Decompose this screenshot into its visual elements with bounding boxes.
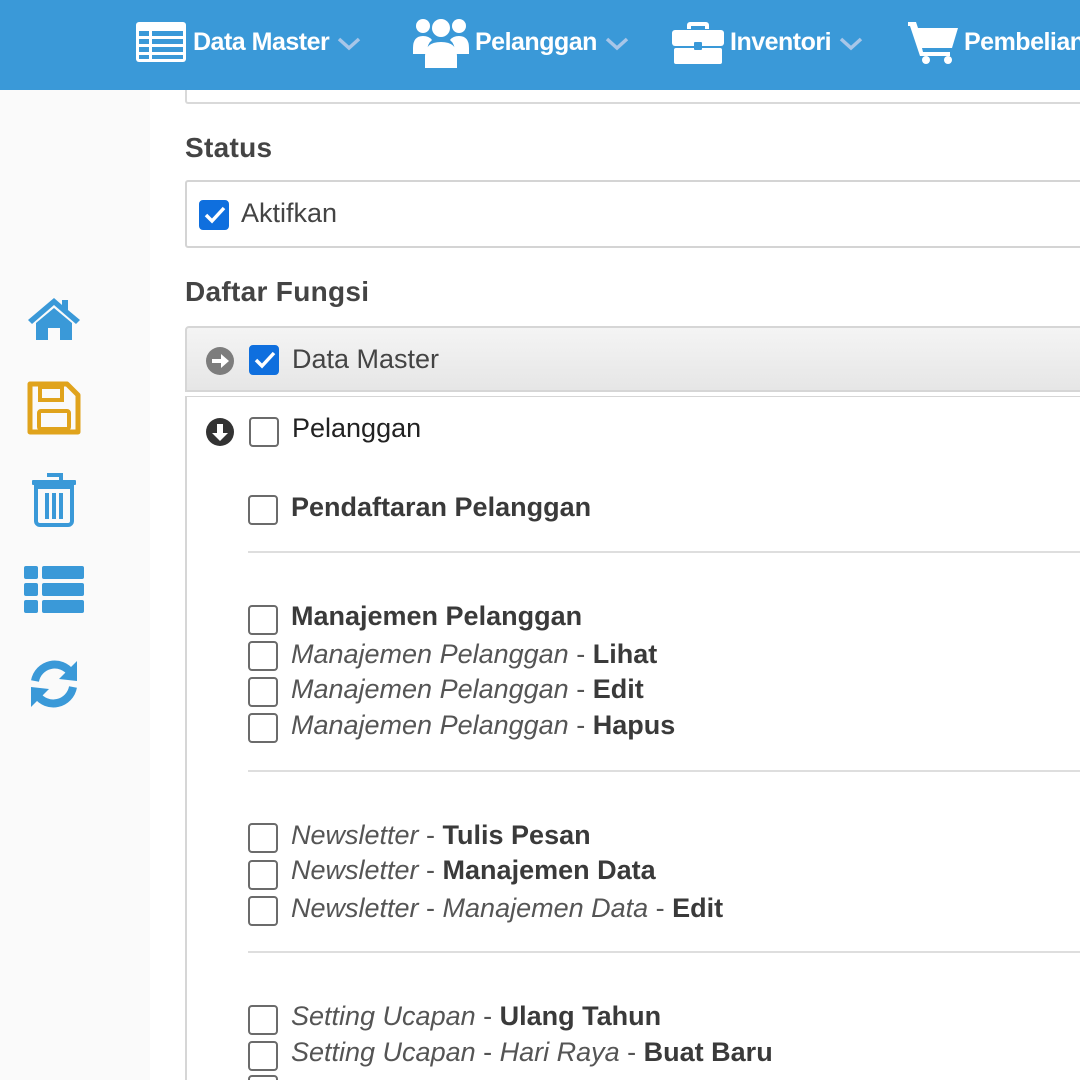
home-icon — [28, 298, 80, 340]
status-active-checkbox[interactable] — [199, 200, 229, 230]
nav-label: Pembelian — [964, 27, 1080, 56]
main-content: Status Aktifkan Daftar Fungsi Data Maste… — [150, 90, 1080, 1080]
perm-checkbox-newsletter-data-edit[interactable] — [248, 896, 278, 926]
nav-data-master[interactable]: Data Master — [135, 14, 361, 70]
perm-checkbox-ucapan-hari-raya-baru[interactable] — [248, 1041, 278, 1071]
perm-manajemen-edit: Manajemen Pelanggan - Edit — [291, 674, 644, 704]
perm-pendaftaran: Pendaftaran Pelanggan — [291, 492, 592, 522]
perm-newsletter-data-edit: Newsletter - Manajemen Data - Edit — [291, 893, 724, 923]
briefcase-icon — [672, 22, 724, 64]
sidebar — [0, 90, 150, 1080]
trash-icon — [32, 473, 76, 527]
nav-inventori[interactable]: Inventori — [672, 14, 863, 70]
chevron-down-icon — [338, 37, 361, 51]
perm-manajemen-hapus: Manajemen Pelanggan - Hapus — [291, 710, 676, 740]
chevron-down-icon — [839, 37, 863, 51]
nav-pelanggan[interactable]: Pelanggan — [413, 14, 629, 70]
checkmark-icon — [204, 206, 226, 224]
checkmark-icon — [254, 351, 276, 369]
list-button[interactable] — [22, 558, 86, 622]
perm-manajemen: Manajemen Pelanggan — [291, 601, 583, 631]
perm-checkbox-newsletter-tulis[interactable] — [248, 823, 278, 853]
list-icon — [24, 566, 84, 613]
perm-checkbox-manajemen-hapus[interactable] — [248, 713, 278, 743]
save-icon — [27, 381, 81, 435]
nav-pembelian[interactable]: Pembelian — [908, 14, 1080, 70]
pelanggan-label: Pelanggan — [292, 413, 422, 443]
users-icon — [413, 19, 469, 68]
delete-button[interactable] — [22, 468, 86, 532]
chevron-down-icon — [605, 37, 629, 51]
perm-checkbox-next[interactable] — [248, 1075, 278, 1080]
perm-checkbox-manajemen-edit[interactable] — [248, 677, 278, 707]
data-master-checkbox[interactable] — [249, 345, 279, 375]
data-master-label: Data Master — [292, 344, 440, 374]
status-checkbox-label: Aktifkan — [241, 198, 338, 228]
perm-manajemen-lihat: Manajemen Pelanggan - Lihat — [291, 639, 658, 669]
nav-label: Inventori — [730, 27, 832, 56]
home-button[interactable] — [22, 286, 86, 350]
refresh-icon — [31, 660, 77, 708]
arrow-down-circle-icon[interactable] — [205, 417, 235, 447]
top-navbar: Data Master Pelanggan Inventori Pembelia… — [0, 0, 1080, 90]
cart-icon — [908, 22, 958, 64]
divider — [248, 770, 1080, 772]
perm-checkbox-manajemen[interactable] — [248, 605, 278, 635]
functions-label: Daftar Fungsi — [185, 276, 370, 307]
perm-newsletter-tulis: Newsletter - Tulis Pesan — [291, 820, 591, 850]
perm-checkbox-manajemen-lihat[interactable] — [248, 641, 278, 671]
table-list-icon — [136, 22, 186, 62]
nav-label: Data Master — [193, 27, 330, 56]
perm-checkbox-newsletter-data[interactable] — [248, 860, 278, 890]
refresh-button[interactable] — [22, 652, 86, 716]
perm-ucapan-ulang-tahun: Setting Ucapan - Ulang Tahun — [291, 1001, 662, 1031]
divider — [248, 951, 1080, 953]
pelanggan-checkbox[interactable] — [249, 417, 279, 447]
status-box: Aktifkan — [185, 180, 1080, 248]
group-data-master[interactable]: Data Master — [185, 326, 1080, 392]
divider — [248, 551, 1080, 553]
previous-input-field[interactable] — [185, 90, 1080, 104]
status-label: Status — [185, 132, 273, 163]
perm-checkbox-ucapan-ulang-tahun[interactable] — [248, 1005, 278, 1035]
save-button[interactable] — [22, 376, 86, 440]
nav-label: Pelanggan — [475, 27, 597, 56]
perm-ucapan-hari-raya-baru: Setting Ucapan - Hari Raya - Buat Baru — [291, 1037, 773, 1067]
arrow-right-circle-icon[interactable] — [205, 346, 235, 376]
perm-newsletter-data: Newsletter - Manajemen Data — [291, 855, 656, 885]
perm-checkbox-pendaftaran[interactable] — [248, 495, 278, 525]
